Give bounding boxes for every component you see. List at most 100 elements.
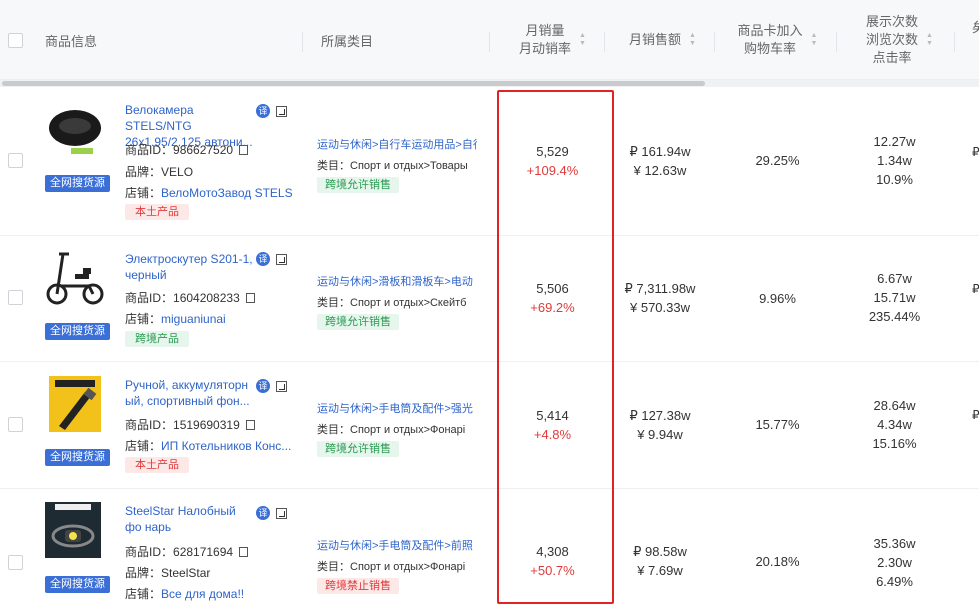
revenue-rub: ₽ 161.94w [629,144,691,159]
header-views[interactable]: 展示次数 浏览次数 点击率 ▲ ▼ [852,0,947,80]
revenue-cell: ₽ 161.94w ¥ 12.63w [610,142,710,180]
find-source-button[interactable]: 全网搜货源 [45,449,110,466]
category-path-link[interactable]: 运动与休闲>自行车运动用品>自行 [317,136,477,152]
copy-icon[interactable] [239,145,249,155]
cross-border-tag: 跨境允许销售 [317,441,399,457]
product-thumbnail-inner-tube[interactable] [45,100,105,160]
column-divider [954,32,955,52]
sort-icon[interactable]: ▲ ▼ [579,32,586,48]
clipped-cell: ₽ [972,408,979,422]
browse: 15.71w [873,290,916,305]
views-cell: 35.36w 2.30w 6.49% [847,534,942,591]
column-divider [836,32,837,52]
external-link-icon[interactable] [276,254,287,265]
brand-value: SteelStar [161,566,211,580]
category-type-line: 类目：Спорт и отдых>Фонарі [317,558,477,574]
select-all-checkbox[interactable] [8,0,23,80]
revenue-cell: ₽ 7,311.98w ¥ 570.33w [610,279,710,317]
external-link-icon[interactable] [276,381,287,392]
views: 12.27w [873,134,916,149]
shop-link[interactable]: ИП Котельников Конс... [161,439,291,453]
cart-rate: 15.77% [755,417,800,432]
product-title-link[interactable]: Электроскутер S201-1, черный [125,251,255,283]
header-cart-rate[interactable]: 商品卡加入购物车率 ▲ ▼ [730,0,825,80]
category-type-label: 类目： [317,160,350,172]
product-title-link[interactable]: Ручной, аккумуляторн ый, спортивный фон.… [125,377,255,409]
copy-icon[interactable] [245,293,255,303]
copy-icon[interactable] [245,420,255,430]
brand-value: VELO [161,165,194,179]
product-thumbnail-flashlight[interactable] [45,374,105,434]
id-label: 商品ID： [125,545,174,559]
cart-rate: 9.96% [759,291,796,306]
find-source-button[interactable]: 全网搜货源 [45,175,110,192]
shop-label: 店铺： [125,312,162,326]
product-id: 1604208233 [173,291,240,305]
revenue-rub: ₽ 98.58w [633,544,687,559]
product-id: 986627520 [173,143,234,157]
row-checkbox[interactable] [8,153,23,168]
header-monthly-revenue[interactable]: 月销售额 ▲ ▼ [620,0,705,80]
category-type-value: Спорт и отдых>Скейтб [350,297,467,309]
shop-link[interactable]: miguaniunai [161,312,226,326]
product-id-line: 商品ID：1604208233 [125,289,255,306]
translate-icon[interactable]: 译 [256,104,270,118]
ctr: 15.16% [872,436,917,451]
sort-icon[interactable]: ▲ ▼ [811,32,818,48]
product-title-link[interactable]: SteelStar Налобный фо нарь [125,503,255,535]
translate-icon[interactable]: 译 [256,379,270,393]
revenue-cny: ¥ 7.69w [637,563,683,578]
translate-icon[interactable]: 译 [256,506,270,520]
external-link-icon[interactable] [276,508,287,519]
revenue-cell: ₽ 127.38w ¥ 9.94w [610,406,710,444]
sort-icon[interactable]: ▲ ▼ [689,32,696,48]
revenue-cny: ¥ 12.63w [633,163,687,178]
row-checkbox[interactable] [8,290,23,305]
ctr: 6.49% [876,574,913,589]
category-type-line: 类目：Спорт и отдых>Скейтб [317,294,477,310]
category-type-value: Спорт и отдых>Товары [350,160,468,172]
cross-border-tag: 跨境禁止销售 [317,578,399,594]
find-source-button[interactable]: 全网搜货源 [45,323,110,340]
product-id-line: 商品ID：628171694 [125,543,249,560]
shop-line: 店铺：Все для дома!! [125,585,244,602]
category-path-link[interactable]: 运动与休闲>手电筒及配件>强光 [317,400,477,416]
sort-icon[interactable]: ▲ ▼ [926,32,933,48]
cross-border-tag: 跨境允许销售 [317,314,399,330]
row-checkbox[interactable] [8,555,23,570]
clipped-cell: ₽ [972,282,979,296]
shop-link[interactable]: ВелоМотоЗавод STELS [161,186,293,200]
views: 6.67w [877,271,912,286]
column-divider [714,32,715,52]
header-monthly-sales[interactable]: 月销量 月动销率 ▲ ▼ [505,0,600,80]
header-cart-rate-label: 购物车率 [744,41,797,56]
row-checkbox[interactable] [8,417,23,432]
product-id-line: 商品ID：986627520 [125,141,249,158]
shop-line: 店铺：ВелоМотоЗавод STELS [125,184,293,201]
header-ctr-label: 点击率 [872,50,912,65]
category-path-link[interactable]: 运动与休闲>手电筒及配件>前照 [317,537,477,553]
brand-label: 品牌： [125,165,162,179]
column-divider [302,32,303,52]
product-thumbnail-headlamp[interactable] [45,502,101,558]
cart-rate: 29.25% [755,153,800,168]
translate-icon[interactable]: 译 [256,252,270,266]
id-label: 商品ID： [125,418,174,432]
category-path-link[interactable]: 运动与休闲>滑板和滑板车>电动 [317,273,477,289]
header-category: 所属类目 [321,33,374,49]
column-divider [604,32,605,52]
horizontal-scrollbar-thumb[interactable] [2,81,705,86]
cart-rate: 20.18% [755,554,800,569]
find-source-button[interactable]: 全网搜货源 [45,576,110,593]
shop-link[interactable]: Все для дома!! [161,587,244,601]
category-type-label: 类目： [317,424,350,436]
header-cart-label: 商品卡加入 [737,23,803,38]
product-thumbnail-scooter[interactable] [45,246,105,306]
shop-line: 店铺：miguaniunai [125,310,226,327]
category-type-value: Спорт и отдых>Фонарі [350,424,466,436]
views: 28.64w [873,398,916,413]
views-cell: 28.64w 4.34w 15.16% [847,396,942,453]
copy-icon[interactable] [239,547,249,557]
revenue-cny: ¥ 570.33w [630,300,690,315]
external-link-icon[interactable] [276,106,287,117]
